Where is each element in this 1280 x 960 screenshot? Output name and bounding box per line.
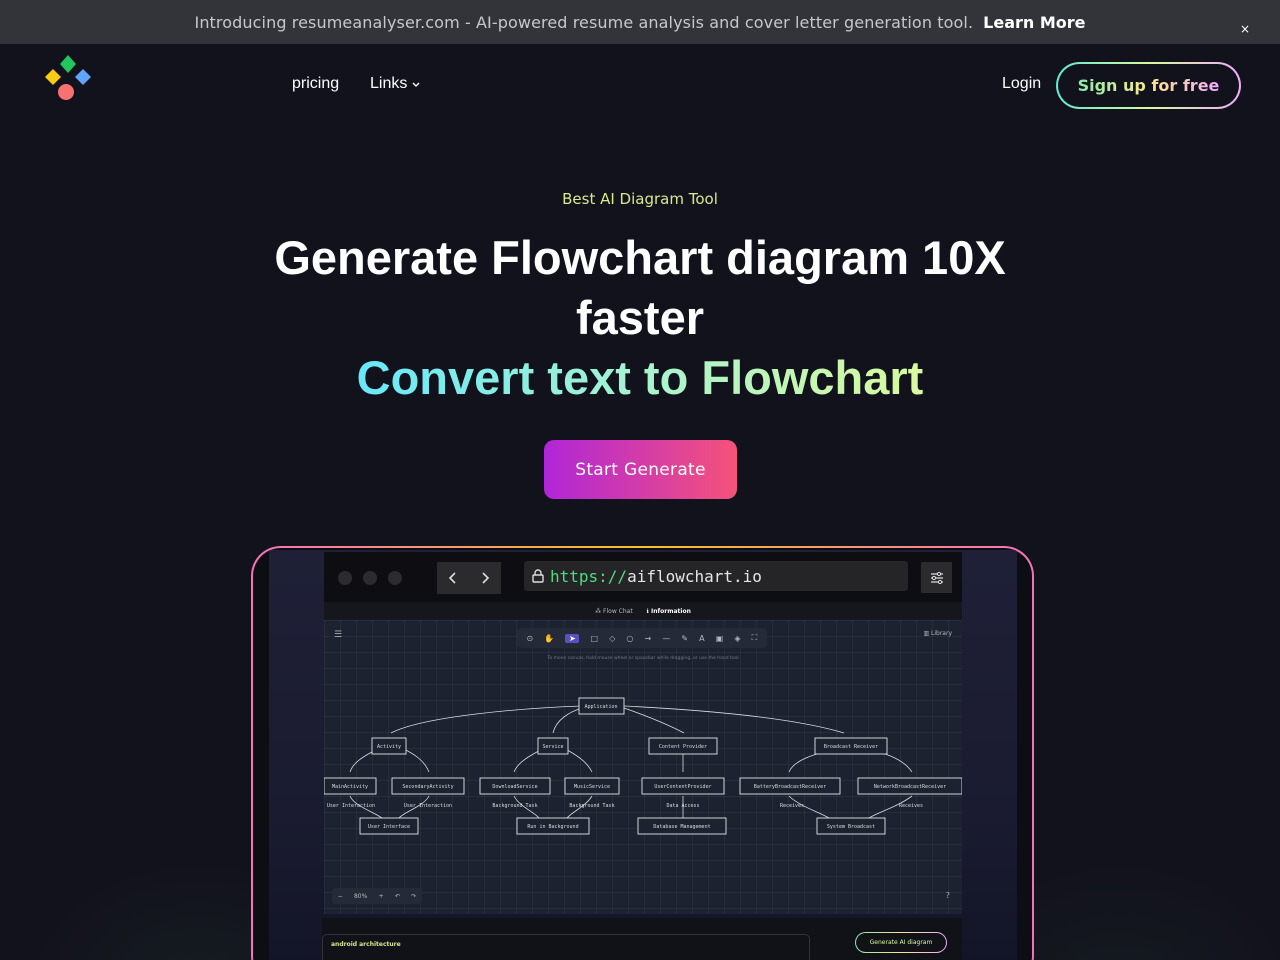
undo-icon[interactable]: ↶ [395, 893, 400, 900]
close-announcement-button[interactable]: × [1240, 22, 1250, 36]
window-dot [363, 571, 377, 585]
zoom-out-icon[interactable]: − [338, 893, 343, 900]
prompt-area: android architecture Generate AI diagram [322, 918, 962, 960]
announcement-bar: Introducing resumeanalyser.com - AI-powe… [0, 0, 1280, 44]
diagram-node: MusicService [574, 784, 610, 790]
zoom-controls: − 80% + ↶ ↷ [332, 888, 422, 904]
nav-links-label: Links [370, 75, 408, 92]
help-icon[interactable]: ? [946, 891, 950, 900]
diagram-node: Content Provider [659, 744, 707, 750]
diagram-node-root: Application [584, 704, 617, 710]
product-mockup-frame: https://aiflowchart.io ⁂ Flow Chat ℹ Inf… [251, 546, 1034, 960]
lock-icon [532, 569, 544, 583]
sliders-icon [930, 571, 943, 584]
diagram-canvas[interactable]: ☰ ⊙ ✋ ➤ □ ◇ ○ → — ✎ A ▣ ◈ ⛶ ▥ Library To… [324, 620, 962, 914]
diagram-edge-label: Background Task [492, 803, 537, 809]
back-button[interactable] [437, 562, 469, 594]
app-tabs: ⁂ Flow Chat ℹ Information [324, 602, 962, 620]
diagram-node: BatteryBroadcastReceiver [754, 784, 826, 790]
signup-label: Sign up for free [1077, 76, 1220, 95]
redo-icon[interactable]: ↷ [411, 893, 416, 900]
chevron-down-icon [412, 82, 420, 87]
logo-icon[interactable] [42, 55, 94, 103]
chevron-right-icon [482, 572, 490, 584]
start-generate-button[interactable]: Start Generate [544, 440, 737, 499]
diagram-node: Run in Background [527, 824, 578, 830]
url-protocol: https:// [550, 566, 628, 586]
diagram-node: Database Management [653, 824, 710, 830]
settings-button[interactable] [921, 562, 952, 593]
learn-more-link[interactable]: Learn More [983, 13, 1085, 32]
diagram-edge-label: User Interaction [404, 803, 452, 809]
login-link[interactable]: Login [1002, 75, 1041, 93]
hero-subheadline-text: Convert text to Flowchart [356, 351, 924, 404]
browser-chrome: https://aiflowchart.io [324, 552, 962, 602]
mockup-screen: https://aiflowchart.io ⁂ Flow Chat ℹ Inf… [269, 550, 1017, 960]
generate-ai-diagram-button[interactable]: Generate AI diagram [855, 932, 947, 953]
diagram-node: MainActivity [332, 784, 368, 790]
diagram-node: Broadcast Receiver [824, 744, 878, 750]
diagram-node: System Broadcast [827, 824, 875, 830]
prompt-input[interactable]: android architecture [322, 934, 810, 960]
generate-ai-diagram-label: Generate AI diagram [856, 933, 946, 952]
diagram-edge-label: Receives [899, 803, 923, 809]
nav-links-dropdown[interactable]: Links [370, 75, 421, 93]
diagram-node: DownloadService [492, 784, 537, 790]
diagram-node: SecondaryActivity [402, 784, 453, 790]
chevron-left-icon [448, 572, 456, 584]
url-host: aiflowchart.io [627, 566, 762, 586]
tab-flow-chat[interactable]: ⁂ Flow Chat [595, 608, 633, 615]
hero-eyebrow: Best AI Diagram Tool [562, 190, 718, 208]
window-dot [388, 571, 402, 585]
nav-pricing-link[interactable]: pricing [292, 75, 339, 93]
window-dot [338, 571, 352, 585]
diagram-node: UserContentProvider [654, 784, 711, 790]
forward-button[interactable] [469, 562, 501, 594]
signup-button[interactable]: Sign up for free [1056, 62, 1241, 109]
diagram-node: User Interface [368, 824, 410, 830]
flowchart-diagram: Application Activity Service Content Pro… [324, 697, 962, 835]
diagram-node: Activity [377, 744, 401, 750]
zoom-level: 80% [353, 892, 368, 900]
tab-information[interactable]: ℹ Information [647, 608, 691, 615]
diagram-edge-label: Background Task [569, 803, 614, 809]
hero-headline: Generate Flowchart diagram 10X faster [274, 231, 1006, 344]
diagram-node: Service [542, 744, 563, 750]
announcement-message: Introducing resumeanalyser.com - AI-powe… [194, 12, 974, 32]
diagram-node: NetworkBroadcastReceiver [874, 784, 946, 790]
address-bar[interactable]: https://aiflowchart.io [524, 561, 908, 591]
zoom-in-icon[interactable]: + [379, 893, 384, 900]
diagram-edge-label: User Interaction [327, 803, 375, 809]
diagram-edge-label: Receives [780, 803, 804, 809]
hero-subheadline: Convert text to Flowchart [0, 348, 1280, 408]
diagram-edge-label: Data Access [666, 803, 699, 809]
